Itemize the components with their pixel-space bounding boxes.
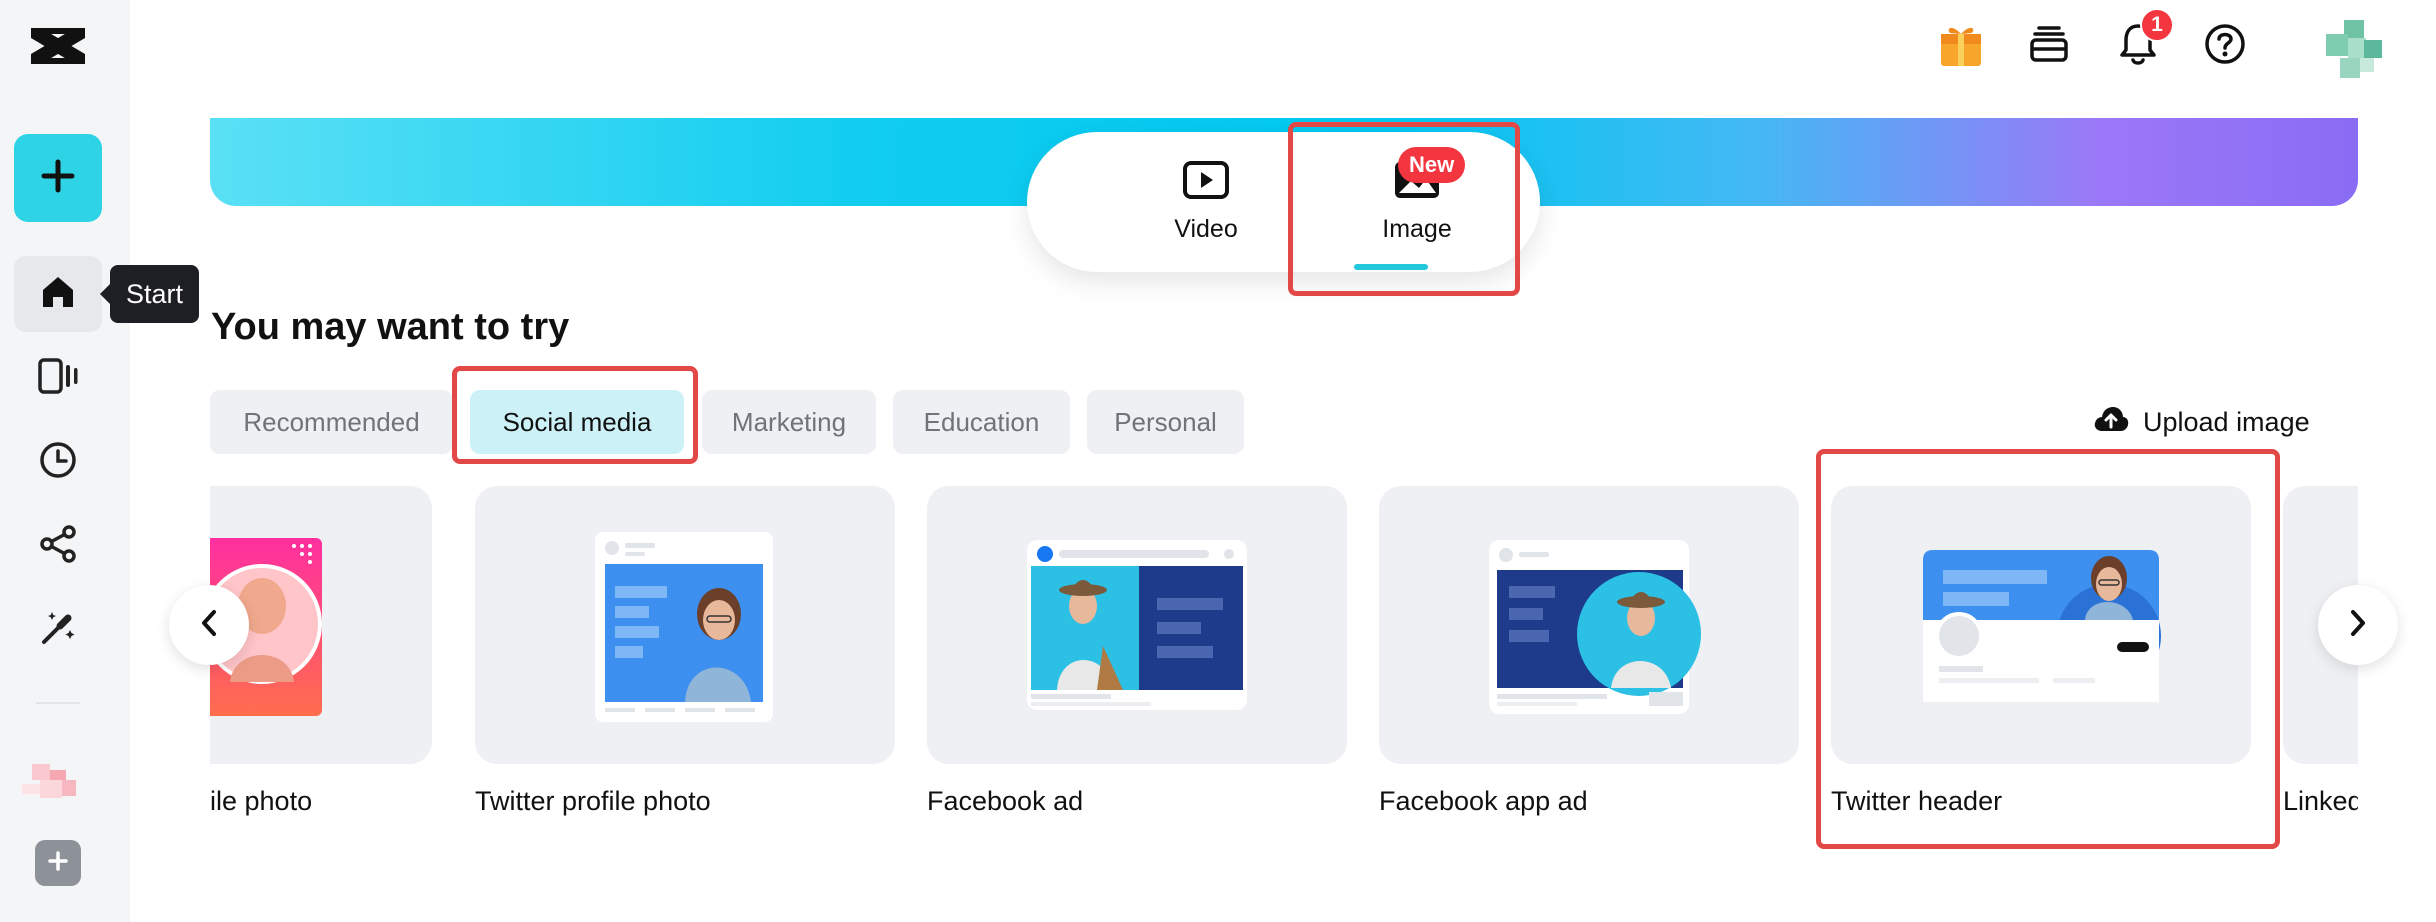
- section-title: You may want to try: [211, 306, 570, 348]
- workspace-thumbnail[interactable]: [18, 758, 82, 804]
- media-type-switcher: Video Image: [1027, 132, 1540, 272]
- home-icon: [39, 273, 77, 316]
- active-tab-indicator: [1354, 264, 1428, 270]
- template-card-facebook-app-ad[interactable]: Facebook app ad: [1379, 486, 1799, 817]
- template-card-twitter-header[interactable]: Twitter header: [1831, 486, 2251, 817]
- sidebar-item-recent[interactable]: [14, 424, 102, 500]
- template-thumbnail: [475, 486, 895, 764]
- template-card-label: Facebook ad: [927, 786, 1084, 816]
- layers-button[interactable]: [2021, 18, 2077, 74]
- video-panels-icon: [37, 356, 79, 401]
- filter-social-media[interactable]: Social media: [470, 390, 684, 454]
- template-card-twitter-profile-photo[interactable]: Twitter profile photo: [475, 486, 895, 817]
- template-card-profile-photo[interactable]: ile photo: [210, 486, 432, 817]
- upload-image-label: Upload image: [2143, 406, 2310, 437]
- filter-recommended[interactable]: Recommended: [210, 390, 453, 454]
- tab-video[interactable]: Video: [1121, 132, 1291, 272]
- template-card-label: Facebook app ad: [1379, 786, 1588, 816]
- template-card-label: Linked: [2283, 786, 2358, 816]
- play-icon: [1182, 160, 1230, 205]
- filter-personal[interactable]: Personal: [1087, 390, 1244, 454]
- filter-education[interactable]: Education: [893, 390, 1070, 454]
- tooltip: Start: [99, 265, 200, 323]
- add-workspace-button[interactable]: [35, 840, 81, 886]
- sidebar-item-magic-tools[interactable]: [14, 592, 102, 668]
- template-card-label: Twitter profile photo: [475, 786, 711, 816]
- create-button[interactable]: [14, 134, 102, 222]
- plus-icon: [47, 850, 69, 877]
- upload-image-button[interactable]: Upload image: [2093, 400, 2310, 444]
- layers-icon: [2028, 24, 2070, 69]
- capcut-logo-icon[interactable]: [25, 20, 91, 72]
- sidebar-item-shared[interactable]: [14, 508, 102, 584]
- new-badge: New: [1398, 147, 1466, 183]
- template-thumbnail: [927, 486, 1347, 764]
- sidebar-item-templates[interactable]: [14, 340, 102, 416]
- carousel-prev-button[interactable]: [169, 585, 249, 665]
- template-thumbnail: [1831, 486, 2251, 764]
- clock-icon: [38, 440, 78, 485]
- sidebar-item-home[interactable]: [14, 256, 102, 332]
- gift-icon: [1938, 20, 1984, 73]
- help-icon: [2203, 22, 2247, 71]
- sidebar: [0, 0, 130, 922]
- magic-wand-icon: [38, 608, 78, 653]
- tab-video-label: Video: [1174, 215, 1238, 243]
- template-card-label: ile photo: [210, 786, 313, 816]
- sidebar-divider: [36, 702, 80, 704]
- notification-badge: 1: [2140, 8, 2174, 42]
- help-button[interactable]: [2197, 18, 2253, 74]
- plus-icon: [41, 159, 75, 198]
- carousel-next-button[interactable]: [2318, 585, 2398, 665]
- template-card-facebook-ad[interactable]: Facebook ad: [927, 486, 1347, 817]
- tab-image-label: Image: [1382, 215, 1452, 243]
- gift-button[interactable]: [1933, 18, 1989, 74]
- cloud-upload-icon: [2093, 404, 2143, 441]
- chevron-left-icon: [198, 608, 220, 643]
- filter-marketing[interactable]: Marketing: [702, 390, 876, 454]
- template-thumbnail: [1379, 486, 1799, 764]
- share-icon: [38, 524, 78, 569]
- template-carousel: ile photo Twitter profile photo Facebook…: [210, 486, 2358, 826]
- template-card-label: Twitter header: [1831, 786, 2003, 816]
- chevron-right-icon: [2347, 608, 2369, 643]
- avatar[interactable]: [2326, 16, 2384, 84]
- tooltip-text: Start: [126, 278, 184, 309]
